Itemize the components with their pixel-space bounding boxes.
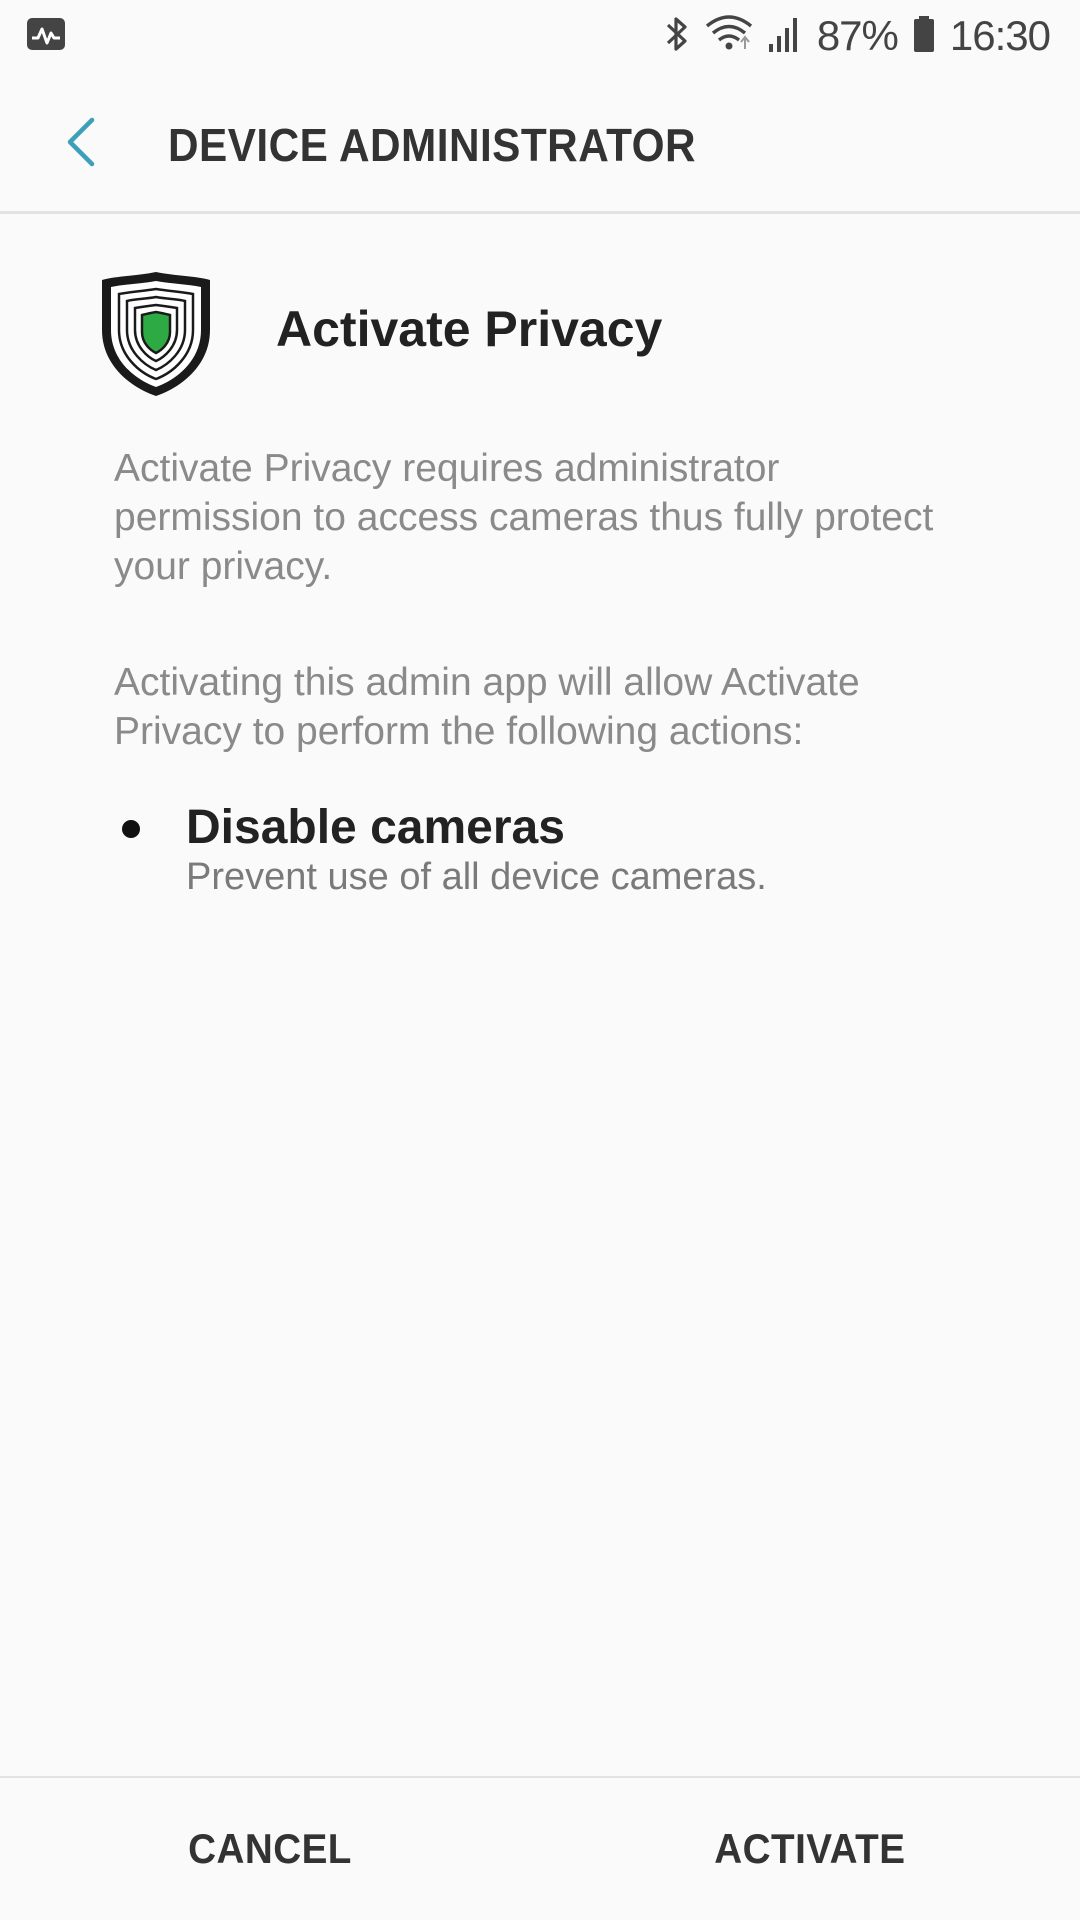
status-bar: 87% 16:30 [0,0,1080,72]
cancel-button-label: CANCEL [188,1825,352,1872]
permission-intro: Activating this admin app will allow Act… [114,661,860,753]
wifi-icon [705,14,753,59]
back-button[interactable] [50,112,114,176]
activity-monitor-icon [26,17,66,56]
bullet-icon [122,820,140,838]
battery-percent: 87% [816,12,899,59]
page-title: DEVICE ADMINISTRATOR [168,119,697,171]
app-bar: DEVICE ADMINISTRATOR [0,72,1080,214]
clock: 16:30 [949,12,1051,59]
button-bar: CANCEL ACTIVATE [0,1776,1080,1920]
shield-fingerprint-icon [98,270,214,398]
activate-button-label: ACTIVATE [714,1825,906,1872]
bluetooth-icon [663,14,691,59]
cancel-button[interactable]: CANCEL [0,1778,540,1920]
app-description: Activate Privacy requires administrator … [114,447,934,588]
chevron-left-icon [62,114,102,175]
app-header: Activate Privacy [98,270,998,400]
action-description: Prevent use of all device cameras. [186,856,767,898]
action-title: Disable cameras [186,801,565,854]
app-name: Activate Privacy [276,301,663,357]
activate-button[interactable]: ACTIVATE [540,1778,1080,1920]
battery-icon [912,14,936,59]
signal-icon [767,14,803,59]
